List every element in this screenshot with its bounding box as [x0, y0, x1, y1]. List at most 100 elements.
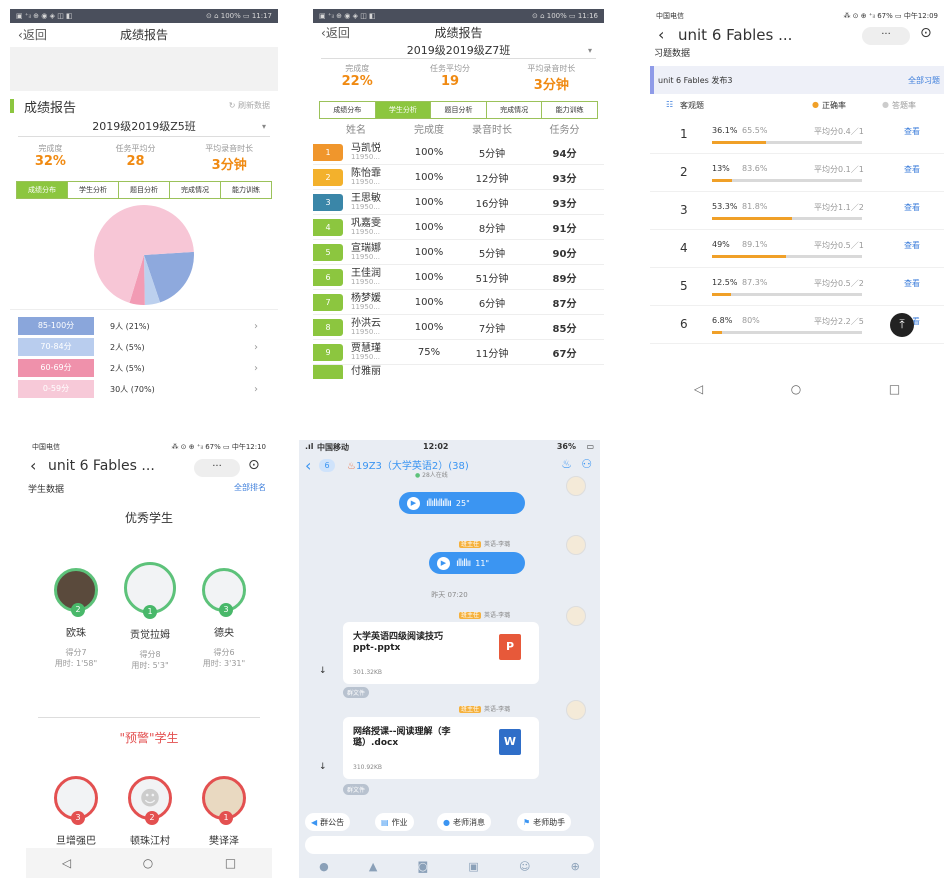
back-chevron-icon[interactable]: ‹: [305, 456, 311, 475]
more-menu-button[interactable]: ···: [194, 459, 240, 477]
status-bar: ▣ ⁺ᵢₗ ⊕ ◉ ◈ ◫ ◧ ⊙ ⌂ 100% ▭ 11:17: [10, 9, 278, 23]
voice-message[interactable]: ▶ ıllıllıllıllıı 25": [399, 492, 525, 514]
back-chevron-icon[interactable]: ‹: [658, 25, 664, 44]
distribution-row[interactable]: 70-84分 2人 (5%) ›: [18, 338, 270, 356]
file-message[interactable]: 网络授课--阅读理解（李璐）.docx 310.92KB W: [343, 717, 539, 779]
more-menu-button[interactable]: ···: [862, 27, 910, 45]
plus-icon[interactable]: ⊕: [571, 860, 580, 873]
warning-student[interactable]: 3 旦增强巴: [41, 776, 111, 847]
tab-ability-training[interactable]: 能力训练: [542, 102, 597, 118]
top-student[interactable]: 1 贡觉拉姆 得分8 用时: 5'3": [115, 562, 185, 671]
table-row[interactable]: 2 陈怡霏 11950... 100% 12分钟 93分: [313, 165, 604, 190]
student-name-cell: 马凯悦 11950...: [343, 143, 399, 161]
top-student[interactable]: 2 欧珠 得分7 用时: 1'58": [41, 568, 111, 669]
refresh-button[interactable]: ↻ 刷新数据: [229, 100, 270, 111]
table-row[interactable]: 5 宣瑞娜 11950... 100% 5分钟 90分: [313, 240, 604, 265]
nav-home-icon[interactable]: ○: [143, 856, 153, 870]
unread-count-badge[interactable]: 6: [319, 459, 335, 472]
back-button[interactable]: ‹返回: [321, 23, 350, 43]
online-label: 28人在线: [422, 472, 448, 479]
sender-name: 英语-李璐: [484, 612, 511, 619]
quick-homework[interactable]: ▤ 作业: [375, 813, 414, 831]
tab-score-distribution[interactable]: 成绩分布: [320, 102, 376, 118]
voice-message[interactable]: ▶ ıllıllıı 11": [429, 552, 525, 574]
tab-student-analysis[interactable]: 学生分析: [68, 182, 119, 198]
table-row[interactable]: 4 巩嘉雯 11950... 100% 8分钟 91分: [313, 215, 604, 240]
tab-student-analysis[interactable]: 学生分析: [375, 102, 432, 118]
tab-question-analysis[interactable]: 题目分析: [431, 102, 487, 118]
rank-badge: 2: [145, 811, 159, 825]
file-message[interactable]: 大学英语四级阅读技巧ppt-.pptx 301.32KB P: [343, 622, 539, 684]
status-time: ⊙ ⌂ 100% ▭ 11:17: [205, 12, 272, 20]
nav-back-icon[interactable]: ◁: [62, 856, 71, 870]
question-row: 1 36.1% 65.5% 平均分0.4／1 查看: [650, 116, 944, 154]
category-row: ☷ 客观题 ● 正确率 ● 答题率: [650, 94, 944, 116]
back-chevron-icon[interactable]: ‹: [30, 456, 36, 475]
table-row[interactable]: 1 马凯悦 11950... 100% 5分钟 94分: [313, 140, 604, 165]
tab-completion[interactable]: 完成情况: [170, 182, 221, 198]
play-icon: ▶: [407, 496, 420, 510]
quick-teacher-assistant[interactable]: ⚑ 老师助手: [517, 813, 572, 831]
progress-fill: [712, 141, 766, 144]
avatar[interactable]: [566, 535, 586, 555]
close-target-icon[interactable]: ⊙: [920, 25, 932, 41]
view-link[interactable]: 查看: [904, 278, 920, 289]
rank-badge: 9: [313, 343, 343, 361]
image-icon[interactable]: ▲: [369, 860, 377, 873]
student-score: 得分8: [139, 650, 161, 659]
microphone-icon[interactable]: ●: [319, 860, 329, 873]
pie-chart: [94, 205, 194, 305]
file-name: 大学英语四级阅读技巧ppt-.pptx: [353, 632, 444, 653]
rank-badge: [313, 365, 343, 379]
waveform-icon: ıllıllıllıllıı: [426, 497, 452, 509]
table-row[interactable]: 9 贾慧瑾 11950... 75% 11分钟 67分: [313, 340, 604, 365]
nav-home-icon[interactable]: ○: [791, 382, 801, 396]
avatar[interactable]: [566, 606, 586, 626]
view-link[interactable]: 查看: [904, 164, 920, 175]
warning-student[interactable]: ☻ 2 顿珠江村: [115, 776, 185, 847]
distribution-row[interactable]: 60-69分 2人 (5%) ›: [18, 359, 270, 377]
nav-recent-icon[interactable]: □: [889, 382, 900, 396]
members-icon[interactable]: ⚇: [581, 457, 592, 471]
red-packet-icon[interactable]: ▣: [468, 860, 478, 873]
tab-completion[interactable]: 完成情况: [487, 102, 543, 118]
quick-announcement[interactable]: ◀ 群公告: [305, 813, 351, 831]
avatar[interactable]: [566, 700, 586, 720]
answer-rate: 87.3%: [742, 278, 768, 287]
top-student[interactable]: 3 德央 得分6 用时: 3'31": [189, 568, 259, 669]
close-target-icon[interactable]: ⊙: [248, 457, 260, 473]
warning-student[interactable]: 1 樊译泽: [189, 776, 259, 847]
download-icon[interactable]: ↓: [319, 762, 327, 772]
all-questions-link[interactable]: 全部习题: [908, 75, 940, 86]
view-link[interactable]: 查看: [904, 126, 920, 137]
page-title: 成绩报告: [434, 26, 483, 40]
quick-label: 老师助手: [533, 817, 566, 827]
view-link[interactable]: 查看: [904, 202, 920, 213]
camera-icon[interactable]: ◙: [418, 860, 429, 873]
nav-recent-icon[interactable]: □: [225, 856, 236, 870]
tab-score-distribution[interactable]: 成绩分布: [17, 182, 68, 198]
message-input[interactable]: [305, 836, 594, 854]
view-link[interactable]: 查看: [904, 240, 920, 251]
emoji-icon[interactable]: ☺: [519, 860, 530, 873]
scroll-top-button[interactable]: ⤒: [890, 313, 914, 337]
download-icon[interactable]: ↓: [319, 666, 327, 676]
distribution-row[interactable]: 85-100分 9人 (21%) ›: [18, 317, 270, 335]
avatar[interactable]: [566, 476, 586, 496]
spacer: [10, 47, 278, 91]
class-select[interactable]: 2019级2019级Z7班 ▾: [321, 43, 596, 59]
table-row[interactable]: 3 王思敏 11950... 100% 16分钟 93分: [313, 190, 604, 215]
nav-back-icon[interactable]: ◁: [694, 382, 703, 396]
table-row[interactable]: 8 孙洪云 11950... 100% 7分钟 85分: [313, 315, 604, 340]
class-select[interactable]: 2019级2019级Z5班 ▾: [18, 117, 270, 137]
tab-ability-training[interactable]: 能力训练: [221, 182, 271, 198]
quick-teacher-message[interactable]: ● 老师消息: [437, 813, 491, 831]
all-rank-link[interactable]: 全部排名: [234, 482, 266, 493]
table-row[interactable]: 6 王佳润 11950... 100% 51分钟 89分: [313, 265, 604, 290]
tab-question-analysis[interactable]: 题目分析: [119, 182, 170, 198]
classroom-icon[interactable]: ♨: [561, 457, 572, 471]
distribution-row[interactable]: 0-59分 30人 (70%) ›: [18, 380, 270, 398]
back-button[interactable]: ‹返回: [18, 23, 47, 47]
status-time: ⁂ ⊙ ⊕ ⁺ᵢₗ 67% ▭ 中午12:09: [843, 12, 938, 20]
table-row[interactable]: 7 杨梦媛 11950... 100% 6分钟 87分: [313, 290, 604, 315]
